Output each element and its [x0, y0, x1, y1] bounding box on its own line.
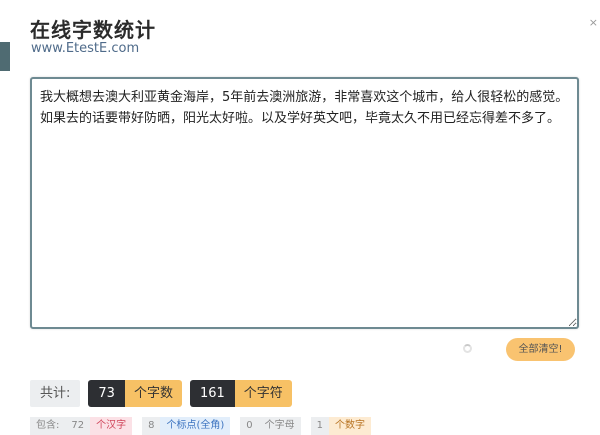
word-count-stat: 73 个字数: [88, 380, 182, 407]
site-url[interactable]: www.EtestE.com: [31, 41, 139, 56]
side-tab-marker: [0, 42, 10, 71]
stats-details: 包含: 72 个汉字 8 个标点(全角) 0 个字母 1 个数字: [30, 417, 381, 435]
total-label: 共计:: [30, 380, 81, 407]
loading-spinner-icon: [463, 344, 472, 353]
chip-unit: 个字母: [258, 417, 301, 435]
word-count-unit: 个字数: [124, 380, 182, 407]
chip-count: 8: [142, 417, 161, 435]
char-count-unit: 个字符: [234, 380, 292, 407]
chip-count: 72: [65, 417, 91, 435]
word-count-value: 73: [88, 380, 125, 407]
letter-chip: 0 个字母: [240, 417, 301, 435]
clear-all-button[interactable]: 全部清空!: [506, 338, 575, 361]
close-icon[interactable]: ×: [589, 16, 598, 29]
chip-unit: 个标点(全角): [160, 417, 231, 435]
chip-count: 1: [310, 417, 330, 435]
chip-unit: 个汉字: [90, 417, 133, 435]
text-input-area[interactable]: 我大概想去澳大利亚黄金海岸，5年前去澳洲旅游，非常喜欢这个城市，给人很轻松的感觉…: [30, 77, 579, 329]
digit-chip: 1 个数字: [310, 417, 372, 435]
chip-unit: 个数字: [329, 417, 372, 435]
char-count-value: 161: [189, 380, 235, 407]
chip-count: 0: [240, 417, 259, 435]
punctuation-chip: 8 个标点(全角): [142, 417, 231, 435]
details-label: 包含:: [30, 417, 66, 435]
stats-summary: 共计: 73 个字数 161 个字符: [30, 380, 300, 407]
page-title: 在线字数统计: [30, 18, 156, 42]
char-count-stat: 161 个字符: [189, 380, 292, 407]
chinese-char-chip: 72 个汉字: [65, 417, 133, 435]
